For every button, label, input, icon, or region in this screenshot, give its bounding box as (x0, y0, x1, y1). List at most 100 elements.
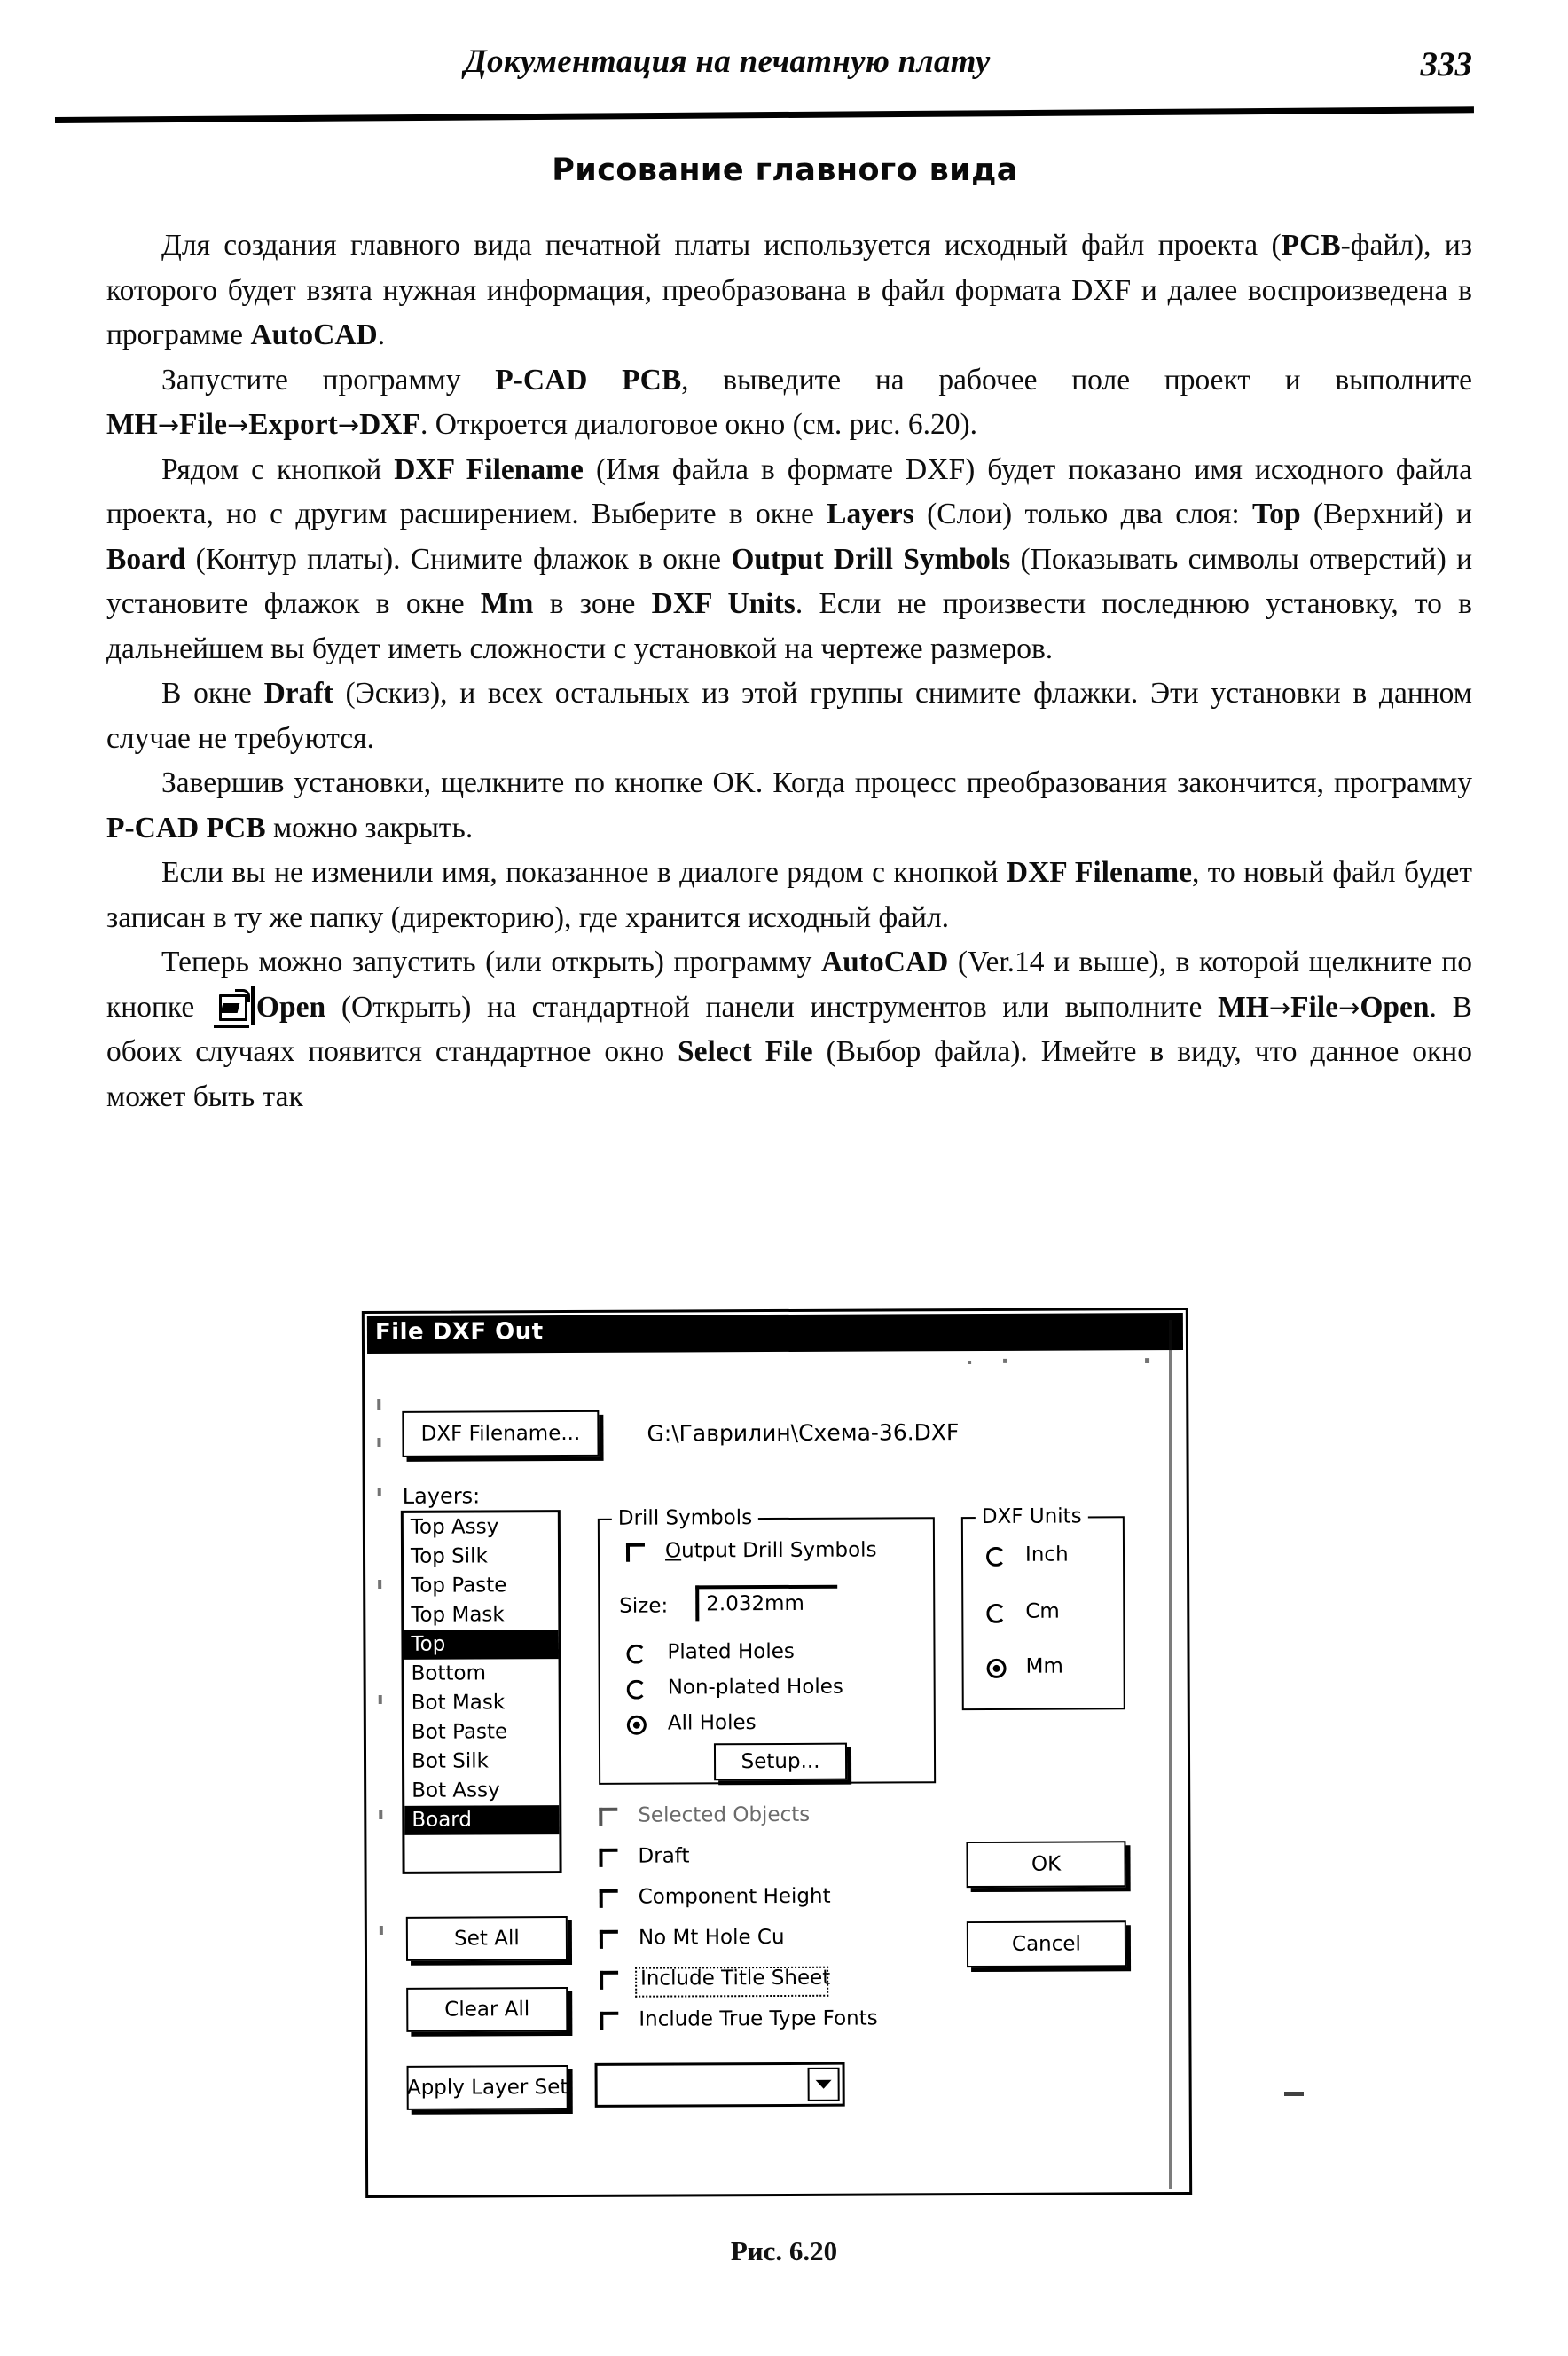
p2-menu-dxf: DXF (359, 408, 420, 441)
p7-text-a: Теперь можно запустить (или открыть) про… (161, 946, 821, 978)
drill-setup-button[interactable]: Setup... (713, 1742, 848, 1781)
file-dxf-out-dialog: File DXF Out DXF Filename... G:\Гаврилин… (361, 1307, 1193, 2199)
output-drill-symbols-checkbox[interactable] (625, 1543, 646, 1562)
layer-item[interactable]: Bot Paste (404, 1717, 559, 1747)
layer-item[interactable]: Bot Mask (404, 1688, 559, 1718)
layer-item[interactable]: Top Silk (404, 1542, 558, 1572)
component-height-label: Component Height (638, 1884, 831, 1909)
p3-dxf-units-term: DXF Units (651, 587, 796, 620)
unit-inch-radio[interactable] (985, 1546, 1007, 1567)
p2-menu-mh: MH (106, 408, 158, 441)
p1-pcb-term: PCB (1281, 229, 1341, 262)
layers-listbox[interactable]: Top Assy Top Silk Top Paste Top Mask Top… (400, 1510, 562, 1874)
p3-text-i: (Контур платы). Снимите флажок в окне (185, 542, 732, 576)
cancel-button-label: Cancel (1011, 1932, 1081, 1956)
p3-text-g: (Верхний) и (1300, 498, 1472, 530)
unit-cm-radio[interactable] (986, 1603, 1007, 1623)
scan-edge-line (1169, 1320, 1172, 2189)
layer-set-combobox[interactable] (594, 2062, 845, 2108)
running-head: Документация на печатную плату 333 (106, 43, 1472, 105)
p4-draft-term: Draft (263, 677, 333, 710)
p7-text-e: (Открыть) на стандартной панели инструме… (325, 990, 1219, 1024)
scan-speck (377, 1437, 381, 1447)
layer-item-selected-board[interactable]: Board (404, 1805, 560, 1835)
p6-text-a: Если вы не изменили имя, показанное в ди… (161, 856, 1007, 889)
draft-checkbox[interactable] (599, 1848, 618, 1867)
open-folder-icon-edge-right (250, 985, 255, 1025)
size-label: Size: (619, 1594, 669, 1618)
include-title-sheet-checkbox[interactable] (600, 1970, 619, 1990)
arrow-icon: → (337, 410, 360, 440)
selected-objects-checkbox[interactable] (599, 1807, 618, 1826)
clear-all-button[interactable]: Clear All (406, 1987, 568, 2032)
p5-text-c: . Когда процесс преобразования закончитс… (755, 766, 1472, 799)
unit-mm-radio[interactable] (986, 1658, 1007, 1678)
p2-text-h: . Откроется диалоговое окно (см. рис. 6.… (419, 408, 978, 441)
apply-layer-set-button[interactable]: Apply Layer Set (406, 2065, 568, 2110)
p7-select-file-term: Select File (678, 1035, 813, 1068)
plated-holes-radio[interactable] (626, 1644, 647, 1664)
p1-autocad-term: AutoCAD (250, 318, 378, 351)
ok-button-label: OK (1031, 1852, 1062, 1876)
no-mt-hole-cu-label: No Mt Hole Cu (638, 1925, 785, 1950)
open-folder-icon-edge-bottom (213, 1024, 249, 1028)
ok-button[interactable]: OK (966, 1841, 1126, 1889)
layer-item[interactable]: Top Assy (404, 1512, 558, 1543)
paragraph-2: Запустите программу P-CAD PCB, выведите … (106, 358, 1472, 448)
unit-inch-label: Inch (1024, 1543, 1069, 1567)
drill-symbols-group-title: Drill Symbols (611, 1506, 759, 1530)
drill-size-input[interactable]: 2.032mm (695, 1584, 838, 1622)
non-plated-holes-radio[interactable] (626, 1679, 647, 1700)
layer-item[interactable]: Bottom (404, 1659, 559, 1689)
layer-item[interactable]: Bot Silk (404, 1747, 559, 1777)
dialog-title: File DXF Out (374, 1318, 544, 1346)
cancel-button[interactable]: Cancel (966, 1920, 1127, 1968)
drill-setup-button-label: Setup... (741, 1749, 820, 1774)
all-holes-radio[interactable] (626, 1715, 647, 1735)
include-true-type-fonts-checkbox[interactable] (600, 2011, 619, 2030)
drill-symbols-group: Drill Symbols Output Drill Symbols Size:… (597, 1506, 937, 1785)
layer-item[interactable]: Bot Assy (404, 1776, 559, 1806)
no-mt-hole-cu-checkbox[interactable] (599, 1929, 618, 1949)
arrow-icon: → (1338, 992, 1360, 1023)
scan-speck (378, 1694, 382, 1704)
figure-caption: Рис. 6.20 (730, 2235, 838, 2266)
paragraph-6: Если вы не изменили имя, показанное в ди… (106, 851, 1472, 940)
set-all-button-label: Set All (454, 1927, 520, 1951)
layer-item[interactable]: Top Paste (404, 1571, 558, 1601)
paragraph-1: Для создания главного вида печатной плат… (106, 224, 1472, 358)
p2-text-c: , выведите на рабочее поле проект и выпо… (681, 363, 1473, 397)
p3-mm-term: Mm (480, 587, 534, 620)
p4-text-a: В окне (161, 677, 264, 710)
include-true-type-fonts-label: Include True Type Fonts (639, 2007, 878, 2031)
set-all-button[interactable]: Set All (405, 1916, 568, 1961)
dxf-filename-value: G:\Гаврилин\Схема-36.DXF (647, 1419, 960, 1447)
chevron-down-icon[interactable] (807, 2067, 840, 2101)
arrow-icon: → (226, 410, 249, 440)
scan-speck (378, 1579, 382, 1589)
p7-menu-file: File (1290, 990, 1339, 1024)
plated-holes-label: Plated Holes (667, 1639, 795, 1664)
p3-board-term: Board (106, 542, 186, 576)
dxf-filename-button-label: DXF Filename... (420, 1421, 581, 1446)
component-height-checkbox[interactable] (599, 1889, 618, 1908)
layer-item-selected-top[interactable]: Top (404, 1630, 559, 1660)
selected-objects-label: Selected Objects (638, 1802, 811, 1827)
p2-text-a: Запустите программу (161, 363, 496, 397)
p2-pcad-term: P-CAD PCB (495, 363, 682, 397)
scan-speck (377, 1487, 381, 1496)
all-holes-label: All Holes (667, 1711, 757, 1735)
chevron-down-glyph (815, 2079, 832, 2089)
layer-item[interactable]: Top Mask (404, 1600, 558, 1630)
running-head-title: Документация на печатную плату (464, 43, 991, 80)
scan-speck (377, 1398, 381, 1410)
p1-text-a: Для создания главного вида печатной плат… (161, 229, 1282, 262)
dxf-filename-button[interactable]: DXF Filename... (402, 1410, 600, 1457)
p3-text-a: Рядом с кнопкой (161, 452, 395, 486)
p5-pcad-term: P-CAD PCB (106, 811, 266, 844)
scan-mark (1284, 2092, 1304, 2096)
output-drill-symbols-rest: utput Drill Symbols (681, 1538, 877, 1563)
p7-autocad-term: AutoCAD (820, 946, 949, 978)
unit-mm-label: Mm (1025, 1654, 1063, 1678)
p1-text-e: . (377, 318, 386, 351)
